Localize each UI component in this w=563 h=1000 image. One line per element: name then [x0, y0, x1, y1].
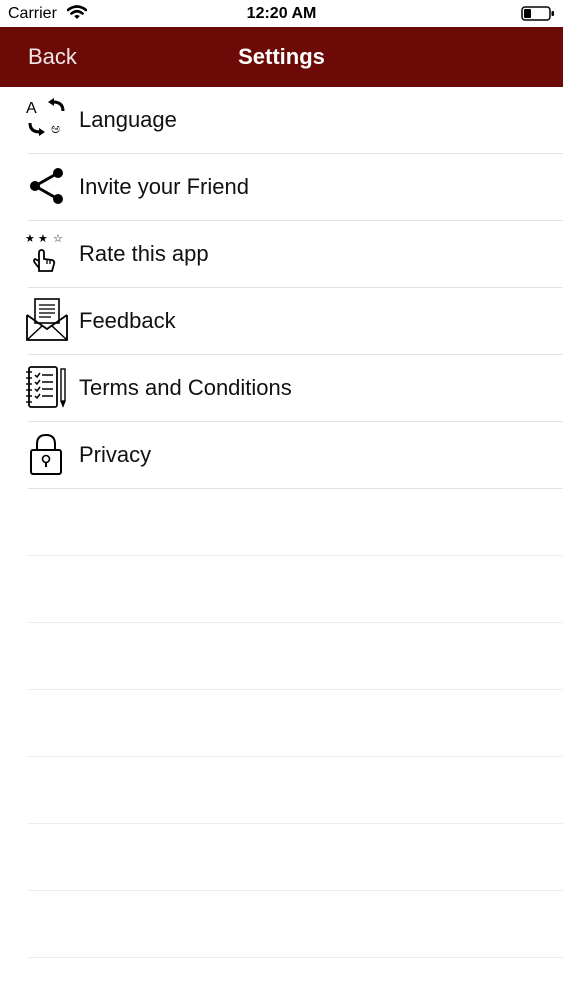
- settings-item-label: Invite your Friend: [79, 174, 249, 199]
- settings-item-label: Terms and Conditions: [79, 375, 292, 400]
- svg-text:★: ★: [38, 232, 48, 245]
- svg-text:★: ★: [25, 232, 35, 245]
- empty-list-row: [28, 891, 563, 958]
- empty-list-row: [28, 690, 563, 757]
- empty-list-row: [28, 623, 563, 690]
- settings-item-label: Privacy: [79, 442, 152, 467]
- settings-item-terms[interactable]: Terms and Conditions: [25, 355, 563, 422]
- lock-icon: [25, 432, 69, 476]
- battery-icon: [521, 6, 555, 21]
- settings-item-label: Language: [79, 107, 177, 132]
- page-title: Settings: [238, 44, 325, 69]
- settings-list: A ಅ Language Invite your Friend ★ ★ ☆ Ra…: [0, 87, 563, 958]
- empty-list-row: [28, 757, 563, 824]
- svg-text:☆: ☆: [53, 232, 63, 245]
- envelope-icon: [25, 298, 69, 342]
- svg-text:A: A: [26, 100, 37, 117]
- status-time: 12:20 AM: [246, 5, 317, 22]
- empty-list-row: [28, 824, 563, 891]
- status-bar: Carrier 12:20 AM: [0, 0, 563, 27]
- settings-item-feedback[interactable]: Feedback: [25, 288, 563, 355]
- navigation-bar: Back Settings: [0, 27, 563, 87]
- svg-text:ಅ: ಅ: [51, 121, 60, 137]
- language-translate-icon: A ಅ: [25, 97, 69, 141]
- settings-item-language[interactable]: A ಅ Language: [25, 87, 563, 154]
- share-icon: [25, 164, 69, 208]
- settings-item-label: Rate this app: [79, 241, 209, 266]
- settings-item-rate-app[interactable]: ★ ★ ☆ Rate this app: [25, 221, 563, 288]
- settings-item-privacy[interactable]: Privacy: [28, 422, 563, 489]
- empty-list-row: [28, 556, 563, 623]
- empty-list-row: [28, 489, 563, 556]
- settings-item-invite-friend[interactable]: Invite your Friend: [28, 154, 563, 221]
- rate-stars-icon: ★ ★ ☆: [25, 231, 69, 275]
- notepad-icon: [25, 365, 69, 409]
- settings-item-label: Feedback: [79, 308, 176, 333]
